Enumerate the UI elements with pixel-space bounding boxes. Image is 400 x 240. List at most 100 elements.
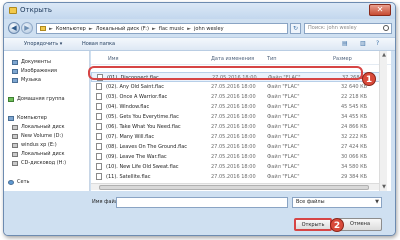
sidebar-item-pictures[interactable]: Изображения (12, 68, 57, 74)
sidebar-item-label: Домашняя группа (17, 96, 65, 102)
file-row[interactable]: (08). Leaves On The Ground.flac 27.05.20… (91, 142, 387, 152)
toolbar: Упорядочить ▾ Новая папка ▤ ▥ ? (4, 37, 395, 51)
open-button[interactable]: Открыть (294, 218, 332, 231)
scroll-up-icon[interactable]: ▲ (380, 51, 388, 59)
help-icon[interactable]: ? (376, 40, 379, 47)
file-type: Файл "FLAC" (267, 174, 300, 180)
refresh-button[interactable]: ↻ (290, 23, 301, 34)
file-date: 27.05.2016 18:00 (211, 164, 256, 170)
breadcrumb-flac-music[interactable]: flac music (159, 26, 184, 32)
file-type: Файл "FLAC" (267, 124, 300, 130)
file-size: 30 066 КБ (341, 154, 368, 160)
sidebar-item-documents[interactable]: Документы (12, 59, 51, 65)
column-header-size[interactable]: Размер (333, 56, 352, 62)
sidebar-item-local-disk-c[interactable]: Локальный диск (12, 124, 65, 130)
file-icon (96, 163, 102, 170)
breadcrumb-drive[interactable]: Локальный диск (F:) (96, 26, 149, 32)
breadcrumb-computer[interactable]: Компьютер (56, 26, 86, 32)
file-icon (96, 113, 102, 120)
documents-icon (12, 59, 18, 65)
file-icon (96, 153, 102, 160)
file-name: (07). Many Will.flac (106, 134, 155, 140)
file-type: Файл "FLAC" (267, 144, 300, 150)
sidebar-item-local-disk-f[interactable]: Локальный диск (12, 151, 65, 157)
search-input[interactable]: Поиск: john wesley (304, 23, 392, 34)
file-row[interactable]: (06). Take What You Need.flac 27.05.2016… (91, 122, 387, 132)
pictures-icon (12, 68, 18, 74)
breadcrumb-separator: ► (151, 25, 156, 32)
file-type-select[interactable]: Все файлы ▼ (292, 197, 382, 208)
file-icon (96, 83, 102, 90)
file-size: 29 384 КБ (341, 174, 368, 180)
homegroup-icon (8, 96, 14, 102)
file-size: 24 866 КБ (341, 124, 368, 130)
column-header-name[interactable]: Имя (108, 56, 119, 62)
sidebar-item-computer[interactable]: Компьютер (8, 115, 47, 121)
file-row[interactable]: (03). Once A Warrior.flac 27.05.2016 18:… (91, 92, 387, 102)
file-name: (05). Gets You Everytime.flac (106, 114, 179, 120)
file-name: (09). Leave The War.flac (106, 154, 167, 160)
file-size: 34 580 КБ (341, 164, 368, 170)
file-date: 27.05.2016 18:00 (211, 134, 256, 140)
sidebar-item-label: New Volume (D:) (21, 133, 64, 139)
file-row[interactable]: (09). Leave The War.flac 27.05.2016 18:0… (91, 152, 387, 162)
file-name: (03). Once A Warrior.flac (106, 94, 168, 100)
preview-pane-icon[interactable]: ▥ (360, 40, 366, 47)
vertical-scrollbar[interactable]: ▲ ▼ (379, 51, 387, 191)
file-type: Файл "FLAC" (267, 84, 300, 90)
file-type: Файл "FLAC" (267, 94, 300, 100)
sidebar-item-network[interactable]: Сеть (8, 179, 29, 185)
file-date: 27.05.2016 18:00 (211, 124, 256, 130)
file-date: 27.05.2016 18:00 (211, 154, 256, 160)
network-icon (8, 179, 14, 185)
file-icon (96, 133, 102, 140)
callout-badge-2: 2 (330, 218, 344, 232)
file-row[interactable]: (04). Window.flac 27.05.2016 18:00 Файл … (91, 102, 387, 112)
file-icon (96, 143, 102, 150)
column-header-date[interactable]: Дата изменения (211, 56, 254, 62)
address-row: ◀ ▶ ► Компьютер ► Локальный диск (F:) ► … (4, 20, 395, 37)
sidebar-item-homegroup[interactable]: Домашняя группа (8, 96, 65, 102)
sidebar-item-new-volume[interactable]: New Volume (D:) (12, 133, 63, 139)
file-icon (96, 103, 102, 110)
scroll-down-icon[interactable]: ▼ (380, 183, 388, 191)
file-date: 27.05.2016 18:00 (211, 94, 256, 100)
close-button[interactable]: ✕ (369, 4, 391, 16)
file-type: Файл "FLAC" (267, 114, 300, 120)
sidebar-item-cd-drive[interactable]: CD-дисковод (H:) (12, 160, 66, 166)
file-row[interactable]: (11). Satellite.flac 27.05.2016 18:00 Фа… (91, 172, 387, 182)
horizontal-scrollbar[interactable] (91, 183, 379, 190)
back-button[interactable]: ◀ (8, 22, 20, 34)
filename-input[interactable] (116, 197, 288, 208)
sidebar-item-label: Локальный диск (21, 124, 65, 130)
forward-button[interactable]: ▶ (21, 22, 33, 34)
breadcrumb-john-wesley[interactable]: john wesley (194, 26, 224, 32)
file-row[interactable]: (10). New Life Old Sweat.flac 27.05.2016… (91, 162, 387, 172)
drive-icon (12, 133, 18, 139)
scrollbar-thumb[interactable] (99, 185, 369, 190)
file-size: 34 455 КБ (341, 114, 368, 120)
file-row[interactable]: (02). Any Old Saint.flac 27.05.2016 18:0… (91, 82, 387, 92)
file-date: 27.05.2016 18:00 (211, 114, 256, 120)
file-type: Файл "FLAC" (267, 154, 300, 160)
open-dialog: Открыть ✕ ◀ ▶ ► Компьютер ► Локальный ди… (3, 2, 396, 236)
address-bar[interactable]: ► Компьютер ► Локальный диск (F:) ► flac… (36, 23, 288, 34)
chevron-down-icon: ▼ (375, 199, 379, 205)
sidebar-item-label: windus xp (E:) (21, 142, 57, 148)
file-name: (04). Window.flac (106, 104, 150, 110)
view-options-icon[interactable]: ▤ (342, 40, 348, 47)
organize-menu[interactable]: Упорядочить ▾ (24, 41, 62, 47)
folder-icon (9, 7, 17, 14)
sidebar-item-windus[interactable]: windus xp (E:) (12, 142, 57, 148)
drive-icon (12, 151, 18, 157)
file-icon (96, 173, 102, 180)
selection-highlight-annotation (88, 66, 363, 80)
file-row[interactable]: (07). Many Will.flac 27.05.2016 18:00 Фа… (91, 132, 387, 142)
cancel-button[interactable]: Отмена (338, 218, 382, 231)
column-header-type[interactable]: Тип (267, 56, 277, 62)
file-name: (08). Leaves On The Ground.flac (106, 144, 188, 150)
music-icon (12, 77, 18, 83)
sidebar-item-music[interactable]: Музыка (12, 77, 41, 83)
file-row[interactable]: (05). Gets You Everytime.flac 27.05.2016… (91, 112, 387, 122)
new-folder-button[interactable]: Новая папка (82, 41, 115, 47)
